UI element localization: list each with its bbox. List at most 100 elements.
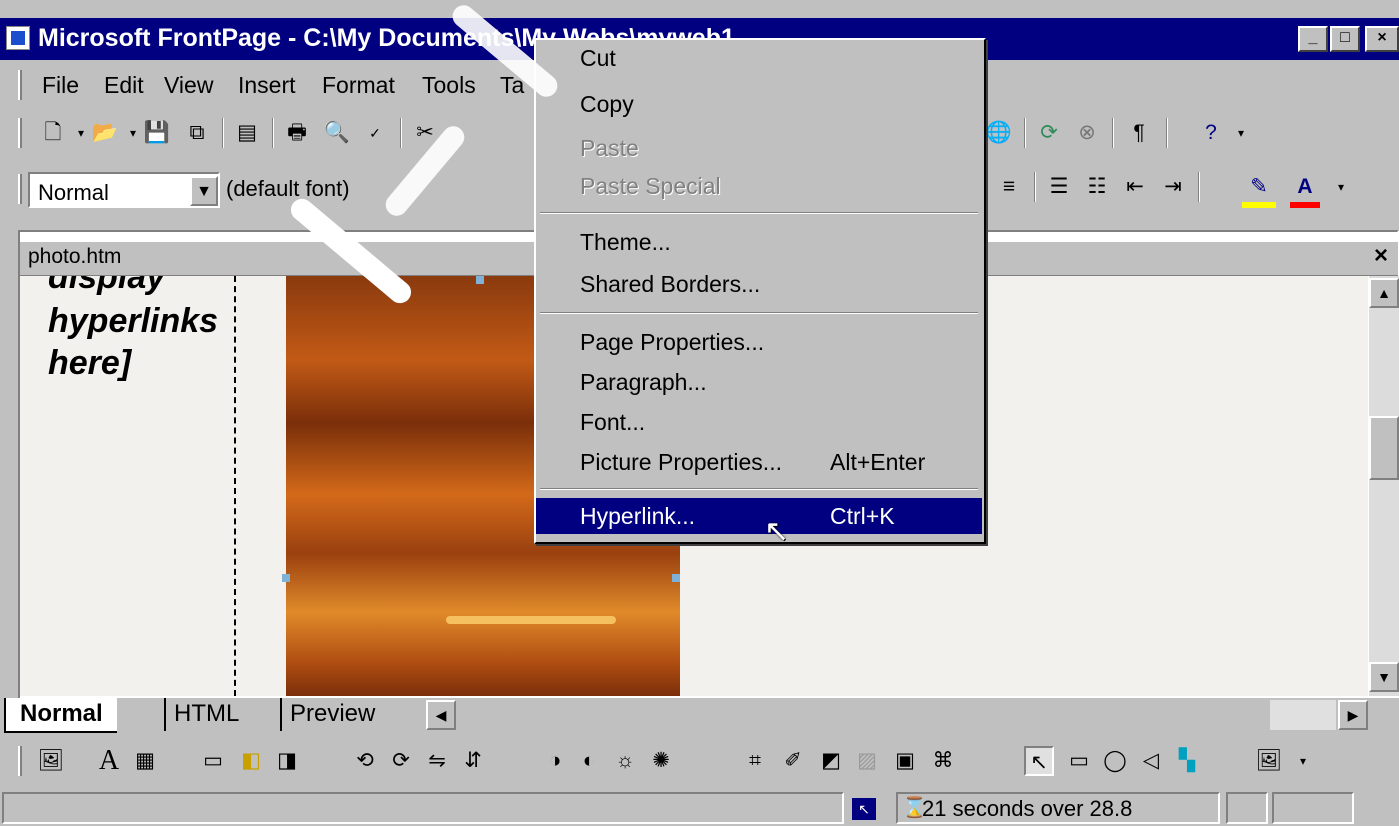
bring-forward-icon[interactable]: ◧: [236, 746, 266, 776]
menu-tools[interactable]: Tools: [422, 72, 476, 99]
refresh-icon[interactable]: ⟳: [1034, 118, 1064, 148]
status-bar: ↖ ⌛ 21 seconds over 28.8: [0, 790, 1399, 826]
font-color-dropdown-icon[interactable]: ▾: [1326, 172, 1356, 202]
menu-item-copy[interactable]: Copy: [536, 86, 982, 122]
tab-preview[interactable]: Preview: [280, 698, 383, 731]
standard-toolbar-grip[interactable]: [18, 118, 22, 148]
decrease-indent-icon[interactable]: ⇤: [1120, 172, 1150, 202]
picture-toolbar: 🖼 A ▦ ▭ ◧ ◨ ⟲ ⟳ ⇋ ⇵ ◑ ◐ ☼ ✺ ⌗ ✐ ◩ ▨ ▣ ⌘ …: [0, 738, 1399, 786]
menu-item-label: Paste: [580, 135, 639, 161]
maximize-button[interactable]: □: [1330, 26, 1360, 52]
menu-item-paste[interactable]: Paste: [536, 130, 982, 166]
open-folder-icon[interactable]: 📂: [90, 118, 120, 148]
toolbar-separator: [1024, 118, 1026, 148]
menu-bar-grip[interactable]: [18, 70, 22, 100]
resize-handle[interactable]: [672, 574, 680, 582]
scroll-down-button[interactable]: ▼: [1369, 662, 1399, 692]
close-document-icon[interactable]: ×: [1374, 242, 1388, 270]
align-right-icon[interactable]: ≡: [994, 172, 1024, 202]
toolbar-separator: [1112, 118, 1114, 148]
menu-item-theme[interactable]: Theme...: [536, 224, 982, 260]
resample-icon[interactable]: ⌘: [928, 746, 958, 776]
menu-file[interactable]: File: [42, 72, 79, 99]
vertical-scrollbar[interactable]: ▲ ▼: [1369, 276, 1399, 696]
tab-normal[interactable]: Normal: [4, 698, 117, 733]
help-dropdown-icon[interactable]: ▾: [1226, 118, 1256, 148]
toolbar-separator: [1166, 118, 1168, 148]
menu-item-font[interactable]: Font...: [536, 404, 982, 440]
picture-toolbar-grip[interactable]: [18, 746, 22, 776]
restore-icon[interactable]: 🖼: [1254, 746, 1284, 776]
rotate-right-icon[interactable]: ⟳: [386, 746, 416, 776]
insert-picture-icon[interactable]: 🖼: [36, 746, 66, 776]
menu-edit[interactable]: Edit: [104, 72, 144, 99]
scroll-right-button[interactable]: ▶: [1338, 700, 1368, 730]
wash-out-icon[interactable]: ▨: [852, 746, 882, 776]
scroll-left-button[interactable]: ◀: [426, 700, 456, 730]
more-brightness-icon[interactable]: ☼: [610, 746, 640, 776]
formatting-toolbar-grip[interactable]: [18, 174, 22, 204]
chevron-down-icon[interactable]: ▼: [190, 176, 218, 206]
minimize-button[interactable]: _: [1298, 26, 1328, 52]
menu-insert[interactable]: Insert: [238, 72, 296, 99]
bevel-icon[interactable]: ▣: [890, 746, 920, 776]
more-contrast-icon[interactable]: ◑: [540, 746, 570, 776]
style-dropdown[interactable]: Normal ▼: [28, 172, 220, 208]
publish-icon[interactable]: ⧉: [182, 118, 212, 148]
toolbar-separator: [1034, 172, 1036, 202]
print-icon[interactable]: 🖶: [282, 118, 312, 148]
select-pointer-icon[interactable]: ↖: [1024, 746, 1054, 776]
send-backward-icon[interactable]: ◨: [272, 746, 302, 776]
menu-item-paragraph[interactable]: Paragraph...: [536, 364, 982, 400]
polygon-hotspot-icon[interactable]: ◁: [1136, 746, 1166, 776]
circle-hotspot-icon[interactable]: ◯: [1100, 746, 1130, 776]
resize-handle[interactable]: [476, 276, 484, 284]
flip-vertical-icon[interactable]: ⇵: [458, 746, 488, 776]
frontpage-app-icon[interactable]: [6, 26, 30, 50]
black-and-white-icon[interactable]: ◩: [816, 746, 846, 776]
show-all-icon[interactable]: ¶: [1124, 118, 1154, 148]
tab-html[interactable]: HTML: [164, 698, 247, 731]
menu-item-page-properties[interactable]: Page Properties...: [536, 324, 982, 360]
new-page-icon[interactable]: 🗋: [38, 118, 68, 148]
rectangle-hotspot-icon[interactable]: ▭: [1064, 746, 1094, 776]
auto-thumbnail-icon[interactable]: ▦: [130, 746, 160, 776]
menu-item-picture-properties[interactable]: Picture Properties... Alt+Enter: [536, 444, 982, 480]
preview-in-browser-icon[interactable]: 🔍: [322, 118, 352, 148]
text-icon[interactable]: A: [94, 746, 124, 776]
menu-item-cut[interactable]: Cut: [536, 40, 982, 76]
increase-indent-icon[interactable]: ⇥: [1158, 172, 1188, 202]
crop-icon[interactable]: ⌗: [740, 746, 770, 776]
flip-horizontal-icon[interactable]: ⇋: [422, 746, 452, 776]
close-window-button[interactable]: ×: [1365, 26, 1399, 52]
horizontal-scroll-thumb[interactable]: [460, 700, 1270, 730]
position-absolutely-icon[interactable]: ▭: [198, 746, 228, 776]
horizontal-scroll-track[interactable]: [1270, 700, 1336, 730]
hyperlink-globe-icon[interactable]: 🌐: [984, 118, 1014, 148]
menu-view[interactable]: View: [164, 72, 213, 99]
set-transparent-color-icon[interactable]: ✐: [778, 746, 808, 776]
scroll-up-button[interactable]: ▲: [1369, 278, 1399, 308]
spelling-icon[interactable]: ✓: [360, 118, 390, 148]
menu-item-paste-special[interactable]: Paste Special: [536, 168, 982, 204]
font-color-icon[interactable]: A: [1290, 172, 1320, 202]
highlight-hotspots-icon[interactable]: ▚: [1172, 746, 1202, 776]
toolbar-options-icon[interactable]: ▾: [1288, 746, 1318, 776]
save-icon[interactable]: 💾: [142, 118, 172, 148]
folder-list-icon[interactable]: ▤: [232, 118, 262, 148]
less-brightness-icon[interactable]: ✺: [646, 746, 676, 776]
menu-item-shared-borders[interactable]: Shared Borders...: [536, 266, 982, 302]
scroll-thumb[interactable]: [1369, 416, 1399, 480]
font-dropdown-value[interactable]: (default font): [226, 176, 350, 202]
menu-format[interactable]: Format: [322, 72, 395, 99]
help-icon[interactable]: ?: [1196, 118, 1226, 148]
rotate-left-icon[interactable]: ⟲: [350, 746, 380, 776]
bullets-icon[interactable]: ☷: [1082, 172, 1112, 202]
resize-handle[interactable]: [282, 574, 290, 582]
numbering-icon[interactable]: ☰: [1044, 172, 1074, 202]
menu-item-hyperlink[interactable]: Hyperlink... Ctrl+K: [536, 498, 982, 534]
stop-icon[interactable]: ⊗: [1072, 118, 1102, 148]
highlight-color-icon[interactable]: ✎: [1244, 172, 1274, 202]
less-contrast-icon[interactable]: ◐: [574, 746, 604, 776]
document-tab-title[interactable]: photo.htm: [28, 245, 121, 269]
